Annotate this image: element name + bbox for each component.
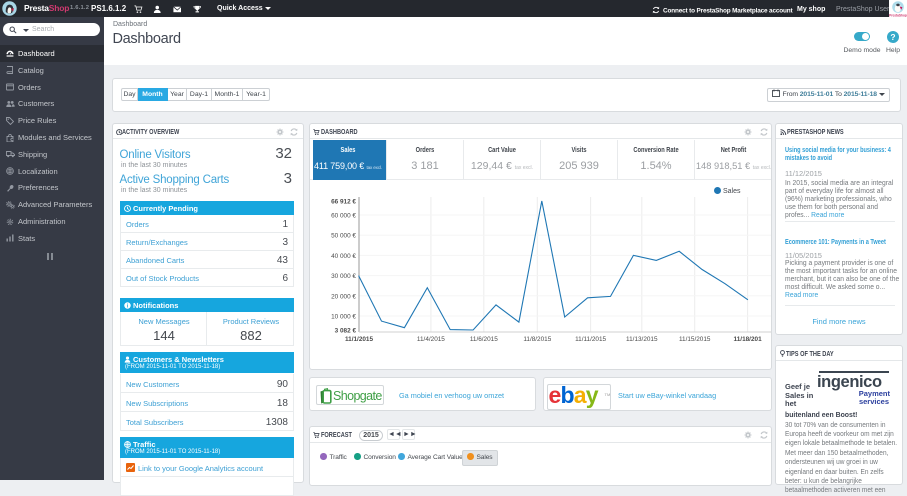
svg-text:10 000 €: 10 000 € bbox=[331, 314, 356, 321]
svg-text:11/18/201: 11/18/201 bbox=[734, 336, 763, 343]
svg-text:11/6/2015: 11/6/2015 bbox=[470, 336, 498, 343]
svg-text:11/8/2015: 11/8/2015 bbox=[523, 336, 551, 343]
svg-text:11/15/2015: 11/15/2015 bbox=[679, 336, 711, 343]
svg-text:40 000 €: 40 000 € bbox=[331, 253, 356, 260]
svg-text:50 000 €: 50 000 € bbox=[331, 233, 356, 240]
svg-text:11/4/2015: 11/4/2015 bbox=[417, 336, 445, 343]
svg-text:66 912 €: 66 912 € bbox=[331, 199, 356, 206]
svg-text:11/13/2015: 11/13/2015 bbox=[626, 336, 658, 343]
svg-text:60 000 €: 60 000 € bbox=[331, 213, 356, 220]
svg-text:20 000 €: 20 000 € bbox=[331, 293, 356, 300]
svg-text:11/1/2015: 11/1/2015 bbox=[345, 336, 374, 343]
svg-text:3 082 €: 3 082 € bbox=[335, 328, 357, 335]
svg-text:11/11/2015: 11/11/2015 bbox=[575, 336, 606, 343]
svg-text:30 000 €: 30 000 € bbox=[331, 273, 356, 280]
